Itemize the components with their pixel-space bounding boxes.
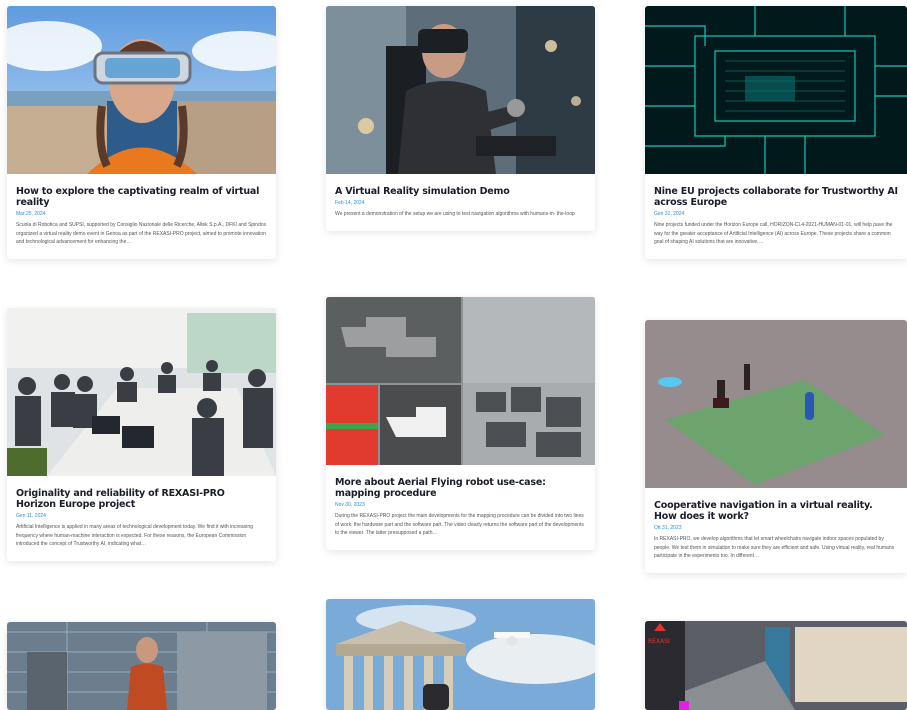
- post-date: Feb 14, 2024: [335, 200, 365, 206]
- post-image-rexasi-scene[interactable]: REXASI: [645, 621, 907, 710]
- post-title[interactable]: Nine EU projects collaborate for Trustwo…: [654, 186, 898, 208]
- post-card[interactable]: Originality and reliability of REXASI-PR…: [7, 308, 276, 561]
- post-date: Mar 25, 2024: [16, 211, 46, 217]
- post-card[interactable]: A Virtual Reality simulation Demo Feb 14…: [326, 6, 595, 231]
- post-title[interactable]: Cooperative navigation in a virtual real…: [654, 500, 898, 522]
- post-card[interactable]: [326, 599, 595, 710]
- post-image-woman-vr-headset[interactable]: [7, 6, 276, 174]
- post-excerpt: During the REXASI-PRO project the main d…: [335, 513, 584, 536]
- post-title[interactable]: How to explore the captivating realm of …: [16, 186, 267, 208]
- post-image-meeting-room[interactable]: [7, 308, 276, 476]
- post-date: Ott 31, 2023: [654, 525, 682, 531]
- post-date: Nov 30, 2023: [335, 502, 365, 508]
- post-image-man-vr-wheelchair[interactable]: [326, 6, 595, 174]
- post-excerpt: We present a demonstration of the setup …: [335, 211, 575, 217]
- post-excerpt: Scuola di Robotica and SUPSI, supported …: [16, 222, 267, 245]
- post-card[interactable]: Nine EU projects collaborate for Trustwo…: [645, 6, 907, 259]
- post-excerpt: In REXASI-PRO, we develop algorithms tha…: [654, 536, 895, 559]
- post-title[interactable]: A Virtual Reality simulation Demo: [335, 186, 586, 197]
- post-card[interactable]: More about Aerial Flying robot use-case:…: [326, 297, 595, 550]
- post-card[interactable]: [7, 622, 276, 710]
- post-card[interactable]: Cooperative navigation in a virtual real…: [645, 320, 907, 573]
- post-title[interactable]: Originality and reliability of REXASI-PR…: [16, 488, 267, 510]
- post-excerpt: Nine projects funded under the Horizon E…: [654, 222, 893, 245]
- post-image-warehouse-woman[interactable]: [7, 622, 276, 710]
- post-image-circuit-board[interactable]: [645, 6, 907, 174]
- post-image-temple-drone[interactable]: [326, 599, 595, 710]
- post-excerpt: Artificial Intelligence is applied in ma…: [16, 524, 253, 547]
- post-image-mapping-screens[interactable]: [326, 297, 595, 465]
- post-card[interactable]: How to explore the captivating realm of …: [7, 6, 276, 259]
- post-title[interactable]: More about Aerial Flying robot use-case:…: [335, 477, 586, 499]
- post-date: Gen 31, 2024: [654, 211, 685, 217]
- rexasi-logo: REXASI: [648, 638, 670, 645]
- post-card[interactable]: REXASI: [645, 621, 907, 710]
- post-date: Gen 11, 2024: [16, 513, 46, 519]
- post-image-virtual-simulation[interactable]: [645, 320, 907, 488]
